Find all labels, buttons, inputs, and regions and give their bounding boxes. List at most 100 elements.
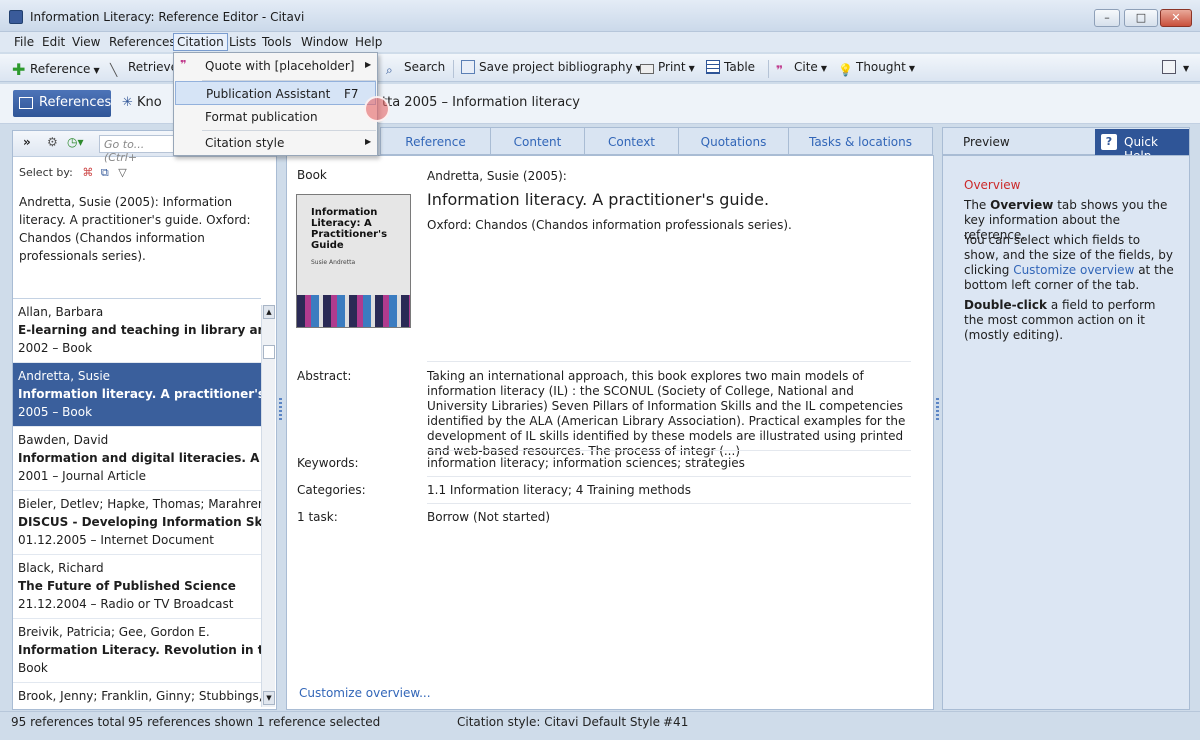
toolbar-separator	[453, 60, 454, 78]
divider	[427, 361, 911, 362]
collapse-icon[interactable]: »	[23, 135, 31, 149]
knowledge-nav-button[interactable]: ✳ Kno	[122, 95, 162, 110]
new-reference-button[interactable]: ✚ Reference ▼	[12, 60, 100, 79]
categories-label: Categories:	[297, 483, 366, 497]
quick-help-button[interactable]: ?Quick Help	[1095, 129, 1189, 163]
maximize-button[interactable]: □	[1124, 9, 1158, 27]
reference-tabs: Reference Content Context Quotations Tas…	[380, 127, 933, 156]
cover-author: Susie Andretta	[311, 259, 356, 266]
task-value[interactable]: Borrow (Not started)	[427, 510, 550, 525]
menu-view[interactable]: View	[69, 34, 103, 50]
reference-title: tta 2005 – Information literacy	[382, 95, 580, 110]
title-bar: Information Literacy: Reference Editor -…	[0, 0, 1200, 32]
menu-help[interactable]: Help	[352, 34, 385, 50]
overview-panel: Book Information Literacy: A Practitione…	[286, 155, 934, 710]
keywords-value[interactable]: information literacy; information scienc…	[427, 456, 745, 471]
tab-reference[interactable]: Reference	[381, 128, 491, 156]
cite-icon: ❞	[776, 63, 784, 77]
list-item[interactable]: Andretta, Susie Information literacy. A p…	[13, 363, 261, 427]
categories-value[interactable]: 1.1 Information literacy; 4 Training met…	[427, 483, 691, 498]
left-splitter[interactable]	[279, 398, 282, 422]
tab-content[interactable]: Content	[491, 128, 585, 156]
print-button[interactable]: Print ▼	[640, 60, 695, 74]
save-bibliography-icon	[461, 60, 475, 74]
minimize-button[interactable]: –	[1094, 9, 1120, 27]
keywords-label: Keywords:	[297, 456, 359, 470]
filter-icon[interactable]: ▽	[118, 166, 126, 179]
scroll-down-icon[interactable]: ▼	[263, 691, 275, 705]
menu-item-format-publication[interactable]: Format publication	[175, 105, 376, 129]
divider	[427, 503, 911, 504]
lightbulb-icon: 💡	[838, 63, 853, 77]
toolbar-separator	[768, 60, 769, 78]
references-nav-button[interactable]: References	[13, 90, 111, 117]
menu-bar: File Edit View References Citation Lists…	[0, 32, 1200, 52]
close-button[interactable]: ✕	[1160, 9, 1192, 27]
list-item[interactable]: Breivik, Patricia; Gee, Gordon E. Informa…	[13, 619, 261, 683]
reference-list: Allan, Barbara E-learning and teaching in…	[13, 298, 261, 708]
status-reference-number: #41	[663, 715, 689, 729]
customize-overview-help-link[interactable]: Customize overview	[1013, 263, 1134, 277]
menu-item-publication-assistant[interactable]: Publication Assistant F7	[175, 81, 376, 105]
book-cover: Information Literacy: A Practitioner's G…	[296, 194, 411, 328]
menu-window[interactable]: Window	[298, 34, 351, 50]
right-splitter[interactable]	[936, 398, 939, 422]
thought-button[interactable]: 💡 Thought ▼	[838, 60, 915, 77]
history-icon[interactable]: ◷▾	[67, 135, 84, 149]
menu-edit[interactable]: Edit	[39, 34, 68, 50]
task-label: 1 task:	[297, 510, 338, 524]
help-icon: ?	[1101, 134, 1117, 150]
menu-references[interactable]: References	[106, 34, 179, 50]
save-bibliography-button[interactable]: Save project bibliography ▼	[461, 60, 642, 74]
cover-image	[297, 295, 410, 327]
cite-button[interactable]: ❞ Cite ▼	[776, 60, 827, 77]
publisher-info: Oxford: Chandos (Chandos information pro…	[427, 218, 792, 232]
knowledge-icon: ✳	[122, 95, 138, 110]
menu-citation[interactable]: Citation	[173, 33, 228, 51]
scroll-up-icon[interactable]: ▲	[263, 305, 275, 319]
layout-icon	[1162, 60, 1176, 74]
cover-title: Information Literacy: A Practitioner's G…	[311, 207, 388, 251]
table-icon	[706, 60, 720, 74]
layout-options-button[interactable]: ▼	[1162, 60, 1189, 74]
list-item[interactable]: Bieler, Detlev; Hapke, Thomas; Marahrens…	[13, 491, 261, 555]
list-item[interactable]: Allan, Barbara E-learning and teaching in…	[13, 299, 261, 363]
status-total: 95 references total	[11, 715, 125, 729]
abstract-text[interactable]: Taking an international approach, this b…	[427, 369, 911, 459]
scroll-thumb[interactable]	[263, 345, 275, 359]
mouse-cursor-highlight	[364, 96, 390, 122]
select-group-icon[interactable]: ⧉	[101, 166, 109, 179]
table-button[interactable]: Table	[706, 60, 755, 74]
reference-list-panel: » ⚙ ◷▾ Go to... (Ctrl+ Select by: ⌘ ⧉ ▽ …	[12, 130, 277, 710]
tab-tasks-locations[interactable]: Tasks & locations	[789, 128, 932, 156]
list-item[interactable]: Bawden, David Information and digital lit…	[13, 427, 261, 491]
status-bar: 95 references total 95 references shown …	[0, 711, 1200, 740]
settings-icon[interactable]: ⚙	[47, 135, 58, 149]
retrieve-button[interactable]: ╲ Retrieve	[110, 60, 178, 77]
quick-help-panel: Overview The Overview tab shows you the …	[942, 155, 1190, 710]
menu-file[interactable]: File	[11, 34, 37, 50]
tab-preview[interactable]: Preview	[963, 135, 1010, 149]
menu-item-citation-style[interactable]: Citation style ▶	[175, 131, 376, 155]
tab-quotations[interactable]: Quotations	[679, 128, 789, 156]
reference-title-large: Information literacy. A practitioner's g…	[427, 190, 770, 209]
menu-lists[interactable]: Lists	[226, 34, 259, 50]
status-citation-style: Citation style: Citavi Default Style	[457, 715, 661, 729]
abstract-label: Abstract:	[297, 369, 352, 383]
menu-tools[interactable]: Tools	[259, 34, 295, 50]
status-shown: 95 references shown	[128, 715, 254, 729]
plus-icon: ✚	[12, 60, 26, 79]
customize-overview-link[interactable]: Customize overview...	[299, 686, 431, 700]
menu-item-quote-placeholder[interactable]: Quote with [placeholder] ▶	[175, 54, 376, 78]
help-heading: Overview	[964, 178, 1021, 192]
search-button[interactable]: ⌕ Search	[386, 60, 445, 77]
wand-icon: ╲	[110, 63, 118, 77]
references-icon	[19, 97, 33, 109]
citavi-app-icon	[9, 10, 23, 24]
tab-context[interactable]: Context	[585, 128, 679, 156]
list-scrollbar[interactable]: ▲ ▼	[261, 305, 275, 707]
list-item[interactable]: Brook, Jenny; Franklin, Ginny; Stubbings…	[13, 683, 261, 708]
goto-input[interactable]: Go to... (Ctrl+	[99, 135, 179, 164]
select-tag-icon[interactable]: ⌘	[82, 166, 93, 179]
list-item[interactable]: Black, Richard The Future of Published Sc…	[13, 555, 261, 619]
